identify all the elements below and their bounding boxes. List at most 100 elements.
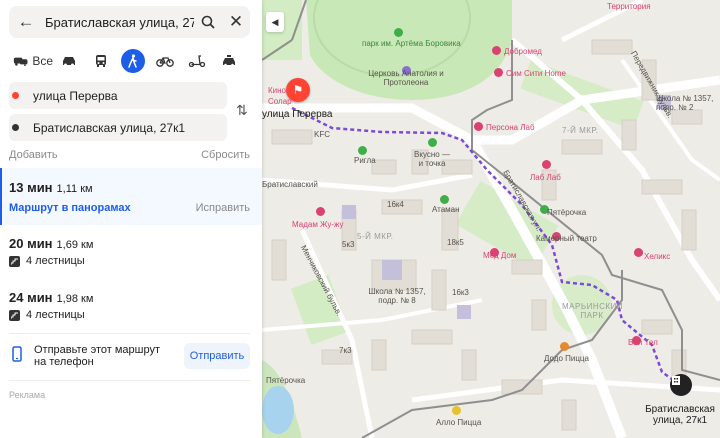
map-label-rigla: Ригла — [354, 156, 376, 165]
map-canvas[interactable] — [262, 0, 720, 438]
route-option-2[interactable]: 20 мин 1,69 км 4 лестницы — [0, 228, 262, 280]
map-label-madam: Мадам Жу-жу — [292, 220, 344, 229]
to-dot-icon — [12, 124, 19, 131]
map-label-church: Церковь Анатолия и Протолеона — [368, 69, 444, 87]
panorama-route-link[interactable]: Маршрут в панорамах — [9, 202, 131, 214]
walk-icon — [128, 54, 137, 68]
park-icon[interactable] — [394, 28, 403, 37]
route-2-stairs: 4 лестницы — [9, 255, 85, 267]
map-label-mkr5: 5-Й МКР. — [357, 232, 394, 241]
pizza-icon[interactable] — [560, 342, 569, 351]
route-2-time: 20 мин — [9, 236, 53, 251]
search-bar[interactable]: ← Братиславская улица, 27к1 ✕ — [9, 6, 250, 38]
food-icon[interactable] — [428, 138, 437, 147]
map-label-kfc: KFC — [314, 130, 330, 139]
stairs-icon — [9, 309, 20, 321]
route-2-summary: 20 мин 1,69 км — [9, 236, 93, 251]
mode-walk-active[interactable] — [121, 49, 145, 73]
route-option-1[interactable]: 13 мин 1,11 км Маршрут в панорамах Испра… — [0, 168, 262, 225]
map-label-simcity: Сим Сити Home — [506, 69, 566, 78]
mode-car[interactable] — [53, 48, 85, 74]
map-label-perervy: улица Перерва — [262, 109, 333, 120]
route-1-distance: 1,11 км — [56, 183, 93, 195]
send-to-phone: Отправьте этот маршрут на телефон Отправ… — [0, 334, 262, 378]
close-icon[interactable]: ✕ — [222, 12, 250, 32]
divider — [9, 380, 250, 381]
route-1-time: 13 мин — [9, 180, 53, 195]
map-label-allo: Алло Пицца — [436, 418, 482, 427]
route-2-distance: 1,69 км — [56, 239, 94, 251]
destination-pin-icon[interactable] — [670, 374, 692, 396]
allo-pizza-icon[interactable] — [452, 406, 461, 415]
map-label-dodo: Додо Пицца — [544, 354, 589, 363]
helix-icon[interactable] — [634, 248, 643, 257]
route-3-stairs: 4 лестницы — [9, 309, 85, 321]
map-label-school8: Школа № 1357, подр. № 8 — [368, 287, 426, 305]
map-label-house-5k3: 5к3 — [342, 240, 355, 249]
ataman-icon[interactable] — [440, 195, 449, 204]
map-label-house-16k4: 16к4 — [387, 200, 404, 209]
map-label-solaris: Солар — [268, 97, 292, 106]
map-label-personalab: Персона Лаб — [486, 123, 535, 132]
stairs-icon — [9, 255, 20, 267]
route-actions: Добавить Сбросить — [9, 149, 250, 161]
mode-taxi[interactable] — [213, 48, 245, 74]
map-label-pyaterochka-2: Пятёрочка — [266, 376, 306, 385]
mode-all[interactable]: Все — [9, 48, 53, 74]
route-option-3[interactable]: 24 мин 1,98 км 4 лестницы — [0, 282, 262, 334]
search-query[interactable]: Братиславская улица, 27к1 — [39, 15, 194, 30]
route-2-stairs-text: 4 лестницы — [26, 255, 85, 267]
bus-icon — [96, 55, 106, 67]
route-from[interactable]: улица Перерва — [9, 82, 227, 109]
shop-icon[interactable] — [494, 68, 503, 77]
map-label-pyaterochka-1: Пятёрочка — [547, 208, 587, 217]
send-to-phone-text: Отправьте этот маршрут на телефон — [34, 344, 161, 368]
route-from-text[interactable]: улица Перерва — [33, 89, 118, 103]
car-icon — [63, 57, 75, 67]
route-to[interactable]: Братиславская улица, 27к1 — [9, 114, 227, 141]
map-label-helix: Хеликс — [644, 252, 671, 261]
map-label-kamerny: Камерный театр — [536, 234, 597, 243]
phone-icon — [12, 346, 22, 365]
map-label-house-7k3: 7к3 — [339, 346, 352, 355]
madam-icon[interactable] — [316, 207, 325, 216]
map-label-dobromed: Добромед — [504, 47, 542, 56]
search-icon[interactable] — [194, 15, 222, 29]
map-label-vkusno: Вкусно — и точка — [414, 150, 450, 168]
route-3-stairs-text: 4 лестницы — [26, 309, 85, 321]
map-label-park: парк им. Артёма Боровика — [362, 39, 461, 48]
mode-scooter[interactable] — [181, 48, 213, 74]
send-button[interactable]: Отправить — [184, 343, 250, 369]
add-point-button[interactable]: Добавить — [9, 149, 58, 161]
back-arrow-icon[interactable]: ← — [13, 12, 39, 32]
map-label-house-16k3: 16к3 — [452, 288, 469, 297]
taxi-icon — [223, 55, 235, 67]
map-label-ataman: Атаман — [432, 205, 460, 214]
map-label-mkr7: 7-Й МКР. — [562, 126, 599, 135]
map[interactable]: ◀ ⚑ парк им. Артёма Боровика Церковь Ана… — [262, 0, 720, 438]
map-label-bratisl-street: Братиславский — [262, 180, 318, 189]
route-3-summary: 24 мин 1,98 км — [9, 290, 93, 305]
car-bus-icon — [13, 57, 28, 67]
collapse-panel-button[interactable]: ◀ — [266, 12, 284, 32]
clinic-icon[interactable] — [492, 46, 501, 55]
map-label-marinsky: МАРЬИНСКИЙ ПАРК — [562, 302, 624, 320]
route-panel: ← Братиславская улица, 27к1 ✕ Все улица … — [0, 0, 262, 438]
fix-route-button[interactable]: Исправить — [196, 202, 250, 214]
route-3-distance: 1,98 км — [56, 293, 94, 305]
map-label-kino: Кино — [268, 86, 286, 95]
reset-button[interactable]: Сбросить — [201, 149, 250, 161]
route-to-text[interactable]: Братиславская улица, 27к1 — [33, 121, 185, 135]
route-3-time: 24 мин — [9, 290, 53, 305]
lab-icon[interactable] — [474, 122, 483, 131]
mode-bus[interactable] — [85, 48, 117, 74]
map-label-vaitel: Вай Тел — [628, 338, 658, 347]
swap-icon[interactable]: ⇅ — [236, 102, 248, 119]
bicycle-icon — [156, 57, 174, 67]
map-label-house-18k5: 18к5 — [447, 238, 464, 247]
pharmacy-icon[interactable] — [358, 146, 367, 155]
lab2-icon[interactable] — [542, 160, 551, 169]
map-label-territory: Территория — [607, 2, 651, 11]
mode-bike[interactable] — [149, 48, 181, 74]
map-label-lablab: Лаб Лаб — [530, 173, 561, 182]
